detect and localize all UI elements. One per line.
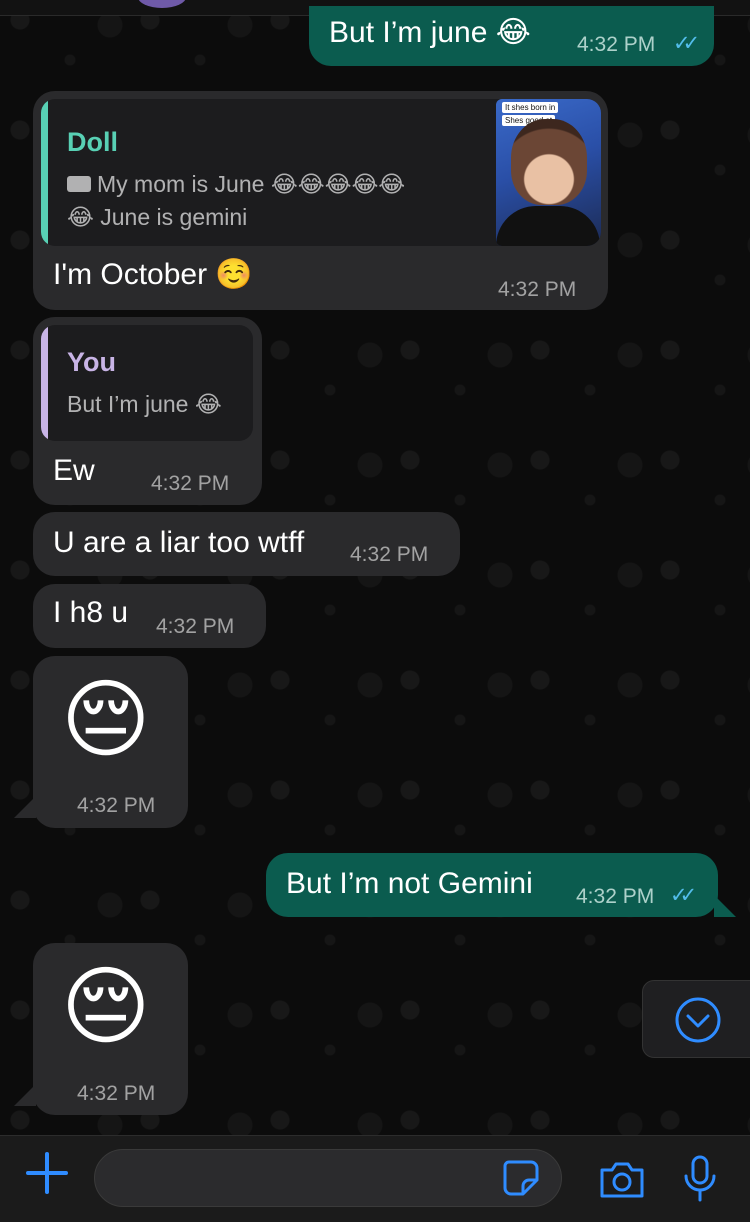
thumbnail-caption: It shes born in xyxy=(502,102,559,113)
quote-accent-bar xyxy=(41,325,48,441)
message-text: I h8 u xyxy=(53,596,129,629)
message-time: 4:32 PM xyxy=(77,794,156,817)
message-time: 4:32 PM xyxy=(350,543,429,566)
read-receipt-icon: ✓✓ xyxy=(670,884,697,907)
message-text: U are a liar too wtff xyxy=(53,526,305,559)
microphone-icon[interactable] xyxy=(682,1154,718,1204)
incoming-message[interactable]: U are a liar too wtff 4:32 PM xyxy=(33,512,460,576)
chevron-down-circle-icon xyxy=(675,997,721,1043)
emoji: 😔 xyxy=(61,959,151,1055)
quote-thumbnail[interactable]: It shes born in Shes good at xyxy=(496,99,601,246)
thumbnail-body xyxy=(496,206,600,246)
message-time: 4:32 PM xyxy=(577,33,656,56)
incoming-emoji-message[interactable]: 😔 4:32 PM xyxy=(33,656,188,828)
quote-text: My mom is June 😂😂😂😂😂 xyxy=(67,171,405,198)
message-text: But I’m not Gemini xyxy=(286,867,533,900)
message-time: 4:32 PM xyxy=(77,1082,156,1105)
thumbnail-face xyxy=(511,119,587,205)
quoted-reply[interactable]: You But I’m june 😂 xyxy=(41,325,253,441)
incoming-message[interactable]: You But I’m june 😂 Ew 4:32 PM xyxy=(33,317,262,505)
message-input-field[interactable] xyxy=(94,1149,562,1207)
camera-icon[interactable] xyxy=(598,1160,646,1200)
avatar[interactable] xyxy=(138,0,186,8)
quote-line: 😂 June is gemini xyxy=(67,204,248,230)
incoming-message[interactable]: I h8 u 4:32 PM xyxy=(33,584,266,648)
quote-author: Doll xyxy=(67,127,118,157)
incoming-message[interactable]: Doll My mom is June 😂😂😂😂😂 😂 June is gemi… xyxy=(33,91,608,310)
outgoing-message[interactable]: But I’m june 😂 4:32 PM ✓✓ xyxy=(309,6,714,66)
quote-accent-bar xyxy=(41,99,48,246)
plus-icon[interactable] xyxy=(26,1152,68,1194)
sticker-icon[interactable] xyxy=(501,1158,541,1198)
quoted-reply[interactable]: Doll My mom is June 😂😂😂😂😂 😂 June is gemi… xyxy=(41,99,601,246)
quote-line: My mom is June 😂😂😂😂😂 xyxy=(97,171,406,197)
outgoing-message[interactable]: But I’m not Gemini 4:32 PM ✓✓ xyxy=(266,853,718,917)
emoji: 😔 xyxy=(61,672,151,768)
incoming-emoji-message[interactable]: 😔 4:32 PM xyxy=(33,943,188,1115)
message-composer xyxy=(0,1135,750,1222)
quote-author: You xyxy=(67,347,116,377)
message-input[interactable] xyxy=(113,1160,497,1198)
read-receipt-icon: ✓✓ xyxy=(673,32,700,55)
bubble-tail xyxy=(14,1084,36,1106)
bubble-tail xyxy=(14,796,36,818)
message-time: 4:32 PM xyxy=(156,615,235,638)
message-text: I'm October ☺️ xyxy=(53,258,253,291)
video-camera-icon xyxy=(67,175,91,192)
message-time: 4:32 PM xyxy=(576,885,655,908)
quote-text: But I’m june 😂 xyxy=(67,391,222,417)
message-time: 4:32 PM xyxy=(151,472,230,495)
message-time: 4:32 PM xyxy=(498,278,577,301)
message-text: But I’m june 😂 xyxy=(329,16,531,49)
message-text: Ew xyxy=(53,454,95,487)
scroll-to-bottom-button[interactable] xyxy=(642,980,750,1058)
bubble-tail xyxy=(714,895,736,917)
